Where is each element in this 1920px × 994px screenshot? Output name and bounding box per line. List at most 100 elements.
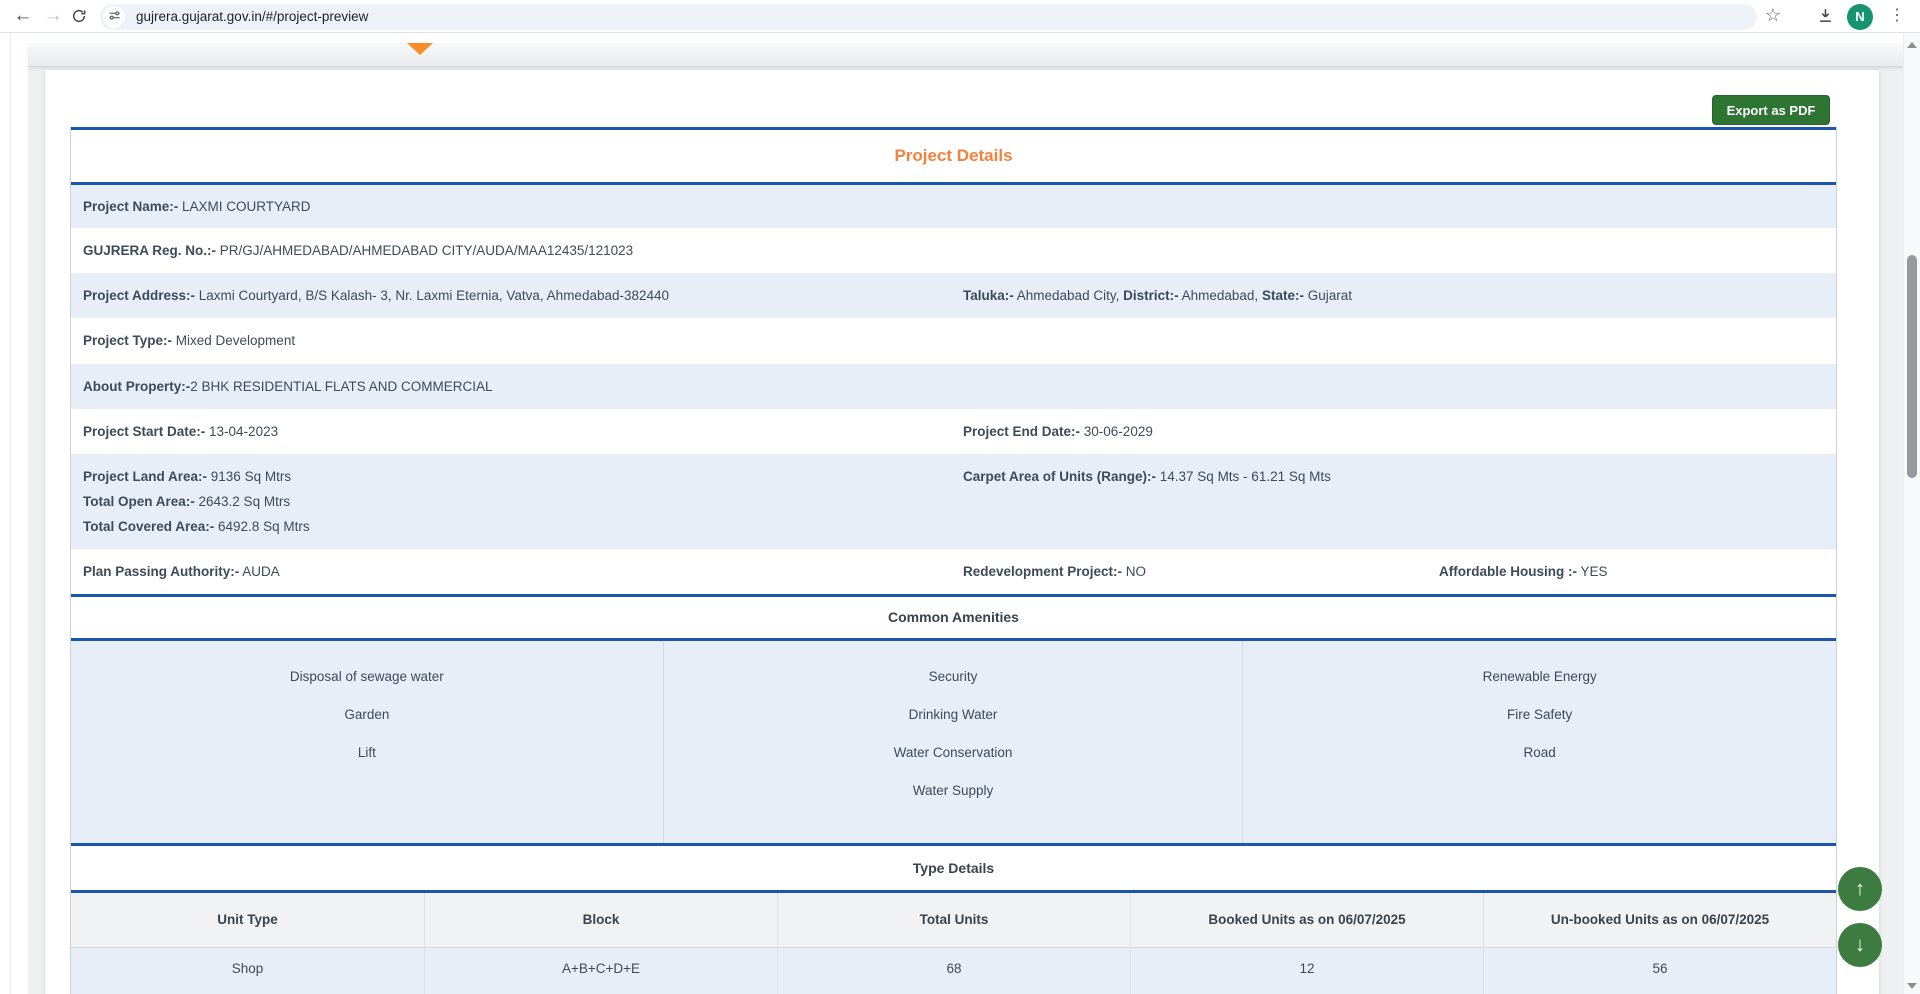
amenities-column-3: Renewable Energy Fire Safety Road [1242, 641, 1836, 843]
browser-window: ← → gujrera.gujarat.gov.in/#/project-pre… [0, 0, 1920, 994]
type-details-header: Type Details [71, 843, 1836, 893]
cell-block: A+B+C+D+E [424, 948, 777, 994]
about-property-label: About Property:- [83, 379, 190, 394]
download-icon[interactable] [1810, 0, 1840, 33]
active-tab-arrow-icon [407, 43, 433, 55]
profile-avatar[interactable]: N [1847, 4, 1873, 30]
field-row-about-property: About Property:-2 BHK RESIDENTIAL FLATS … [71, 364, 1836, 409]
type-details-column-headers: Unit Type Block Total Units Booked Units… [71, 893, 1836, 948]
covered-area-line: Total Covered Area:- 6492.8 Sq Mtrs [83, 514, 1836, 539]
plan-authority-label: Plan Passing Authority:- [83, 564, 239, 579]
land-area-value: 9136 Sq Mtrs [207, 469, 291, 484]
scroll-to-bottom-button[interactable]: ↓ [1838, 923, 1882, 967]
amenities-column-2: Security Drinking Water Water Conservati… [663, 641, 1243, 843]
land-area-line: Project Land Area:- 9136 Sq Mtrs [83, 464, 1836, 489]
browser-menu-icon[interactable]: ⋮ [1882, 0, 1912, 33]
taluka-label: Taluka:- [963, 288, 1014, 303]
field-row-reg-no: GUJRERA Reg. No.:- PR/GJ/AHMEDABAD/AHMED… [71, 228, 1836, 273]
amenities-grid: Disposal of sewage water Garden Lift Sec… [71, 641, 1836, 843]
cell-unbooked-units: 56 [1483, 948, 1836, 994]
start-date-value: 13-04-2023 [205, 424, 278, 439]
nav-band [28, 43, 1903, 67]
table-row: Shop A+B+C+D+E 68 12 56 [71, 948, 1836, 994]
carpet-area-label: Carpet Area of Units (Range):- [963, 469, 1156, 484]
affordable-label: Affordable Housing :- [1439, 564, 1577, 579]
end-date-value: 30-06-2029 [1080, 424, 1153, 439]
open-area-label: Total Open Area:- [83, 494, 195, 509]
address-bar[interactable]: gujrera.gujarat.gov.in/#/project-preview [100, 4, 1757, 30]
scrollbar-down-arrow-icon[interactable] [1907, 983, 1917, 989]
browser-toolbar: ← → gujrera.gujarat.gov.in/#/project-pre… [0, 0, 1920, 33]
redevelopment-value: NO [1122, 564, 1146, 579]
about-property-value: 2 BHK RESIDENTIAL FLATS AND COMMERCIAL [190, 379, 492, 394]
location-cell: Taluka:- Ahmedabad City, District:- Ahme… [963, 273, 1352, 318]
page-left-divider [10, 33, 11, 994]
end-date-label: Project End Date:- [963, 424, 1080, 439]
open-area-value: 2643.2 Sq Mtrs [195, 494, 290, 509]
amenity-item: Fire Safety [1243, 696, 1836, 734]
amenity-item: Garden [71, 696, 663, 734]
amenity-item: Water Conservation [664, 734, 1243, 772]
vertical-scrollbar[interactable] [1903, 33, 1920, 994]
field-row-project-name: Project Name:- LAXMI COURTYARD [71, 185, 1836, 228]
redevelopment-label: Redevelopment Project:- [963, 564, 1122, 579]
covered-area-label: Total Covered Area:- [83, 519, 214, 534]
common-amenities-header: Common Amenities [71, 594, 1836, 641]
taluka-value: Ahmedabad City, [1014, 288, 1120, 303]
amenity-item: Security [664, 658, 1243, 696]
carpet-area-cell: Carpet Area of Units (Range):- 14.37 Sq … [963, 464, 1331, 489]
cell-total-units: 68 [777, 948, 1130, 994]
end-date-cell: Project End Date:- 30-06-2029 [963, 409, 1153, 454]
land-area-label: Project Land Area:- [83, 469, 207, 484]
state-label: State:- [1262, 288, 1304, 303]
project-name-label: Project Name:- [83, 199, 178, 214]
cell-booked-units: 12 [1130, 948, 1483, 994]
site-info-icon[interactable] [103, 6, 125, 28]
reg-no-value: PR/GJ/AHMEDABAD/AHMEDABAD CITY/AUDA/MAA1… [216, 243, 633, 258]
amenity-item: Lift [71, 734, 663, 772]
start-date-label: Project Start Date:- [83, 424, 205, 439]
down-arrow-icon: ↓ [1855, 934, 1865, 956]
district-value: Ahmedabad, [1179, 288, 1259, 303]
page-title: Project Details [71, 127, 1836, 185]
amenity-item: Renewable Energy [1243, 658, 1836, 696]
amenities-column-1: Disposal of sewage water Garden Lift [71, 641, 663, 843]
url-text[interactable]: gujrera.gujarat.gov.in/#/project-preview [136, 4, 368, 30]
project-type-value: Mixed Development [172, 333, 295, 348]
field-row-dates: Project Start Date:- 13-04-2023 Project … [71, 409, 1836, 454]
project-name-value: LAXMI COURTYARD [178, 199, 310, 214]
amenity-item: Road [1243, 734, 1836, 772]
cell-unit-type: Shop [71, 948, 424, 994]
field-row-areas: Project Land Area:- 9136 Sq Mtrs Total O… [71, 454, 1836, 549]
col-header-unbooked-units: Un-booked Units as on 06/07/2025 [1483, 893, 1836, 947]
field-row-authority: Plan Passing Authority:- AUDA Redevelopm… [71, 549, 1836, 594]
col-header-unit-type: Unit Type [71, 893, 424, 947]
col-header-block: Block [424, 893, 777, 947]
reg-no-label: GUJRERA Reg. No.:- [83, 243, 216, 258]
field-row-project-type: Project Type:- Mixed Development [71, 318, 1836, 364]
covered-area-value: 6492.8 Sq Mtrs [214, 519, 309, 534]
plan-authority-value: AUDA [239, 564, 280, 579]
amenity-item: Drinking Water [664, 696, 1243, 734]
scrollbar-thumb[interactable] [1907, 255, 1917, 478]
project-preview-card: Export as PDF Project Details Project Na… [45, 70, 1879, 994]
state-value: Gujarat [1304, 288, 1352, 303]
open-area-line: Total Open Area:- 2643.2 Sq Mtrs [83, 489, 1836, 514]
address-value: Laxmi Courtyard, B/S Kalash- 3, Nr. Laxm… [195, 288, 669, 303]
scroll-to-top-button[interactable]: ↑ [1838, 867, 1882, 911]
amenity-item: Disposal of sewage water [71, 658, 663, 696]
project-details-table: Project Details Project Name:- LAXMI COU… [70, 127, 1837, 994]
affordable-housing-cell: Affordable Housing :- YES [1439, 549, 1608, 594]
back-icon[interactable]: ← [8, 0, 38, 33]
address-label: Project Address:- [83, 288, 195, 303]
export-pdf-button[interactable]: Export as PDF [1712, 95, 1830, 125]
affordable-value: YES [1577, 564, 1608, 579]
reload-icon[interactable] [64, 0, 94, 33]
field-row-address: Project Address:- Laxmi Courtyard, B/S K… [71, 273, 1836, 318]
bookmark-star-icon[interactable]: ☆ [1758, 0, 1788, 33]
carpet-area-value: 14.37 Sq Mts - 61.21 Sq Mts [1156, 469, 1331, 484]
redevelopment-cell: Redevelopment Project:- NO [963, 549, 1146, 594]
district-label: District:- [1123, 288, 1179, 303]
col-header-booked-units: Booked Units as on 06/07/2025 [1130, 893, 1483, 947]
scrollbar-up-arrow-icon[interactable] [1907, 42, 1917, 48]
